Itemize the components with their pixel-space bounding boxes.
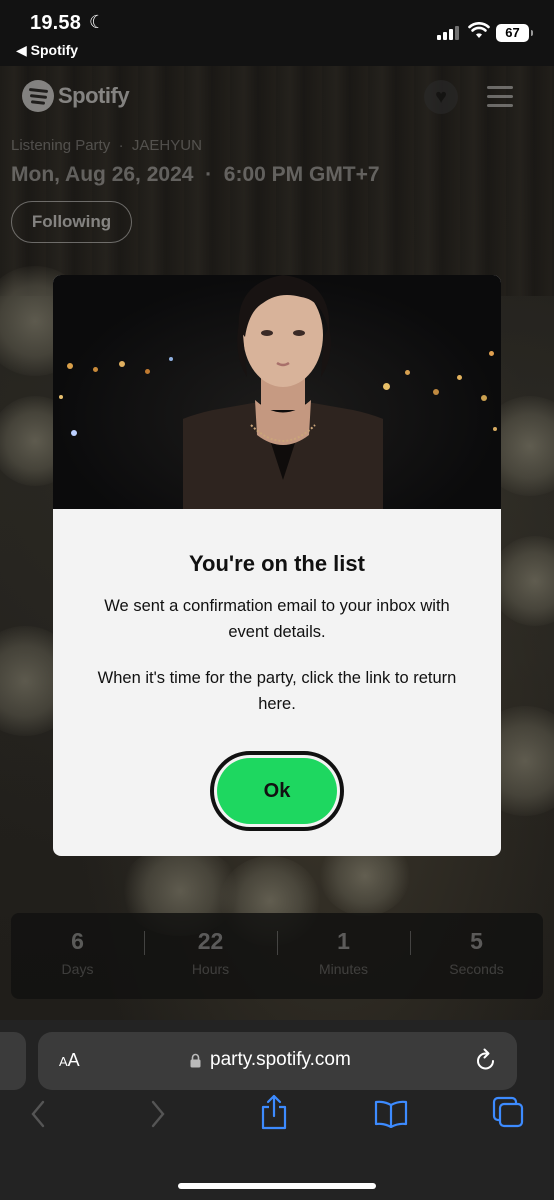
event-subtitle: Listening Party · JAEHYUN	[11, 137, 202, 154]
countdown-days: 6 Days	[61, 928, 94, 977]
reload-icon[interactable]	[475, 1048, 497, 1072]
confirmation-modal: You're on the list We sent a confirmatio…	[53, 275, 501, 856]
browser-chrome: AA party.spotify.com	[0, 1020, 554, 1200]
ok-button[interactable]: Ok	[217, 758, 337, 824]
forward-chevron-icon[interactable]	[150, 1100, 166, 1128]
profile-avatar[interactable]: ♥	[424, 80, 458, 114]
text-size-button[interactable]: AA	[59, 1050, 80, 1071]
browser-toolbar	[0, 1094, 554, 1150]
lock-icon	[190, 1053, 201, 1068]
bookmarks-icon[interactable]	[374, 1100, 408, 1128]
spotify-logo[interactable]: Spotify	[22, 80, 130, 112]
countdown-timer: 6 Days 22 Hours 1 Minutes 5 Seconds	[11, 913, 543, 999]
artist-photo	[53, 275, 501, 509]
back-chevron-icon[interactable]	[30, 1100, 46, 1128]
home-indicator[interactable]	[178, 1183, 376, 1189]
countdown-seconds: 5 Seconds	[410, 913, 543, 999]
event-date: Mon, Aug 26, 2024 · 6:00 PM GMT+7	[11, 163, 380, 186]
artist-portrait	[183, 275, 383, 509]
url-text: party.spotify.com	[210, 1049, 351, 1070]
share-icon[interactable]	[260, 1094, 288, 1130]
countdown-minutes: 1 Minutes	[277, 913, 410, 999]
following-button[interactable]: Following	[11, 201, 132, 243]
countdown-hours: 22 Hours	[144, 913, 277, 999]
spotify-icon	[22, 80, 54, 112]
cellular-signal-icon	[437, 26, 459, 40]
modal-title: You're on the list	[189, 551, 365, 576]
previous-tab-preview[interactable]	[0, 1032, 26, 1090]
ok-button-focus-ring: Ok	[210, 751, 344, 831]
status-bar: 19.58 ☾ ◀ Spotify 67	[0, 0, 554, 66]
menu-icon[interactable]	[487, 86, 513, 108]
brand-name: Spotify	[58, 83, 130, 108]
back-to-app-link[interactable]: ◀ Spotify	[16, 42, 78, 59]
modal-message-secondary: When it's time for the party, click the …	[97, 669, 457, 713]
address-bar[interactable]: AA party.spotify.com	[38, 1032, 517, 1090]
focus-moon-icon: ☾	[89, 12, 106, 32]
clock: 19.58	[30, 12, 82, 34]
wifi-icon	[468, 22, 490, 38]
modal-message: We sent a confirmation email to your inb…	[104, 597, 450, 641]
battery-indicator: 67	[496, 24, 533, 42]
tabs-icon[interactable]	[492, 1096, 524, 1128]
